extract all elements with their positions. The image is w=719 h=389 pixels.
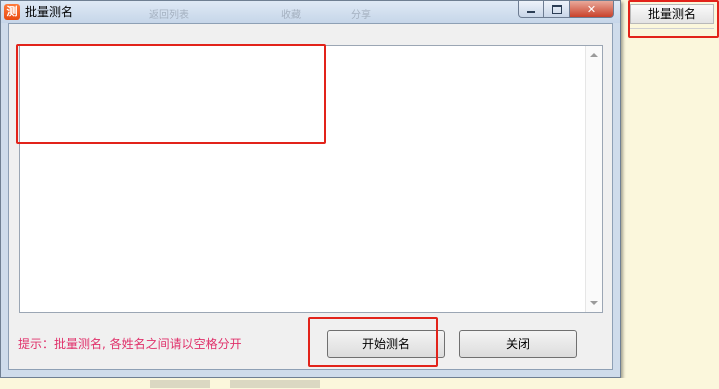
vertical-scrollbar[interactable] <box>585 46 602 312</box>
close-window-button[interactable]: ✕ <box>570 1 614 18</box>
batch-naming-tab[interactable]: 批量测名 <box>630 4 714 24</box>
minimize-button[interactable] <box>518 1 544 18</box>
close-icon: ✕ <box>586 2 597 16</box>
background-ghost <box>150 380 210 388</box>
scroll-up-icon[interactable] <box>590 53 598 57</box>
close-button[interactable]: 关闭 <box>459 330 577 358</box>
batch-naming-dialog: 测 批量测名 返回列表 收藏 分享 ✕ 提示：批量测名, 各姓名之间请以空格分开… <box>0 0 621 378</box>
scroll-down-icon[interactable] <box>590 301 598 305</box>
hint-text: 提示：批量测名, 各姓名之间请以空格分开 <box>18 337 242 351</box>
background-strip <box>0 378 719 389</box>
background-ghost <box>230 380 320 388</box>
maximize-button[interactable] <box>544 1 570 18</box>
background-panel: 批量测名 <box>621 0 719 389</box>
ghost-text: 分享 <box>351 10 371 21</box>
maximize-icon <box>551 4 562 14</box>
tab-divider <box>630 28 714 35</box>
names-textarea[interactable] <box>19 45 603 313</box>
screen: 批量测名 测 批量测名 返回列表 收藏 分享 ✕ 提示：批量测名, 各姓名之间请… <box>0 0 719 389</box>
window-controls: ✕ <box>518 1 614 19</box>
minimize-icon <box>527 10 535 13</box>
app-logo-icon: 测 <box>4 4 20 20</box>
ghost-text: 返回列表 <box>149 10 189 21</box>
window-title: 批量测名 <box>25 5 74 19</box>
start-naming-button[interactable]: 开始测名 <box>327 330 445 358</box>
dialog-body: 提示：批量测名, 各姓名之间请以空格分开 开始测名 关闭 <box>8 23 613 370</box>
title-bar[interactable]: 测 批量测名 返回列表 收藏 分享 ✕ <box>1 1 620 23</box>
ghost-text: 收藏 <box>281 10 301 21</box>
